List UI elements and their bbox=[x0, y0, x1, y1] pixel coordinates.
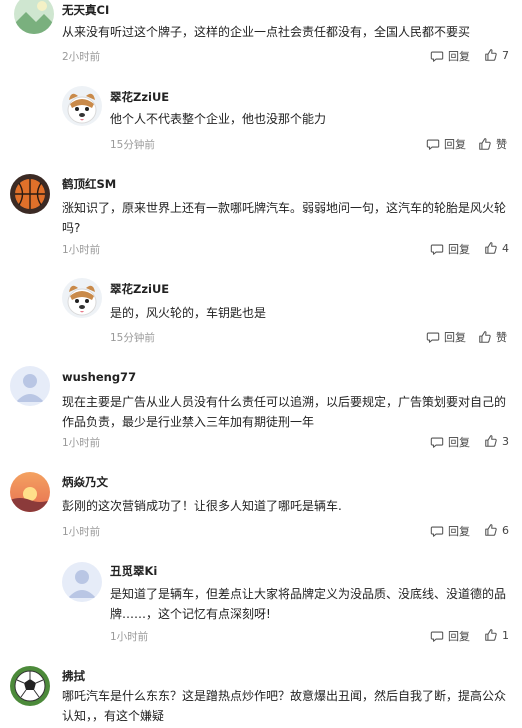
username[interactable]: 炳焱乃文 bbox=[62, 474, 108, 490]
thumbs-up-icon bbox=[478, 137, 492, 151]
reply-icon bbox=[430, 524, 444, 538]
like-button[interactable]: 6 bbox=[484, 523, 509, 537]
reply-time: 15分钟前 bbox=[110, 332, 155, 344]
comment-time: 1小时前 bbox=[62, 244, 101, 256]
reply-time: 15分钟前 bbox=[110, 139, 155, 151]
reply-text: 是的，风火轮的，车钥匙也是 bbox=[110, 306, 267, 320]
reply-button[interactable]: 回复 bbox=[426, 329, 466, 345]
landscape-avatar-icon[interactable] bbox=[14, 0, 54, 34]
reply-button[interactable]: 回复 bbox=[430, 628, 470, 644]
reply-text: 是知道了是辆车，但差点让大家将品牌定义为没品质、没底线、没道德的品牌……，这个记… bbox=[110, 587, 507, 621]
thumbs-up-icon bbox=[484, 523, 498, 537]
reply-time: 1小时前 bbox=[110, 631, 149, 643]
default-user-avatar-icon[interactable] bbox=[62, 562, 102, 602]
reply-button[interactable]: 回复 bbox=[430, 523, 470, 539]
basketball-avatar-icon[interactable] bbox=[10, 174, 50, 214]
username[interactable]: 拂拭 bbox=[62, 668, 85, 684]
reply-label: 回复 bbox=[444, 138, 466, 151]
like-count: 3 bbox=[502, 434, 509, 448]
reply-label: 回复 bbox=[444, 331, 466, 344]
like-count: 1 bbox=[502, 628, 509, 642]
reply-button[interactable]: 回复 bbox=[426, 136, 466, 152]
reply-icon bbox=[426, 330, 440, 344]
like-button[interactable]: 7 bbox=[484, 48, 509, 62]
comment-time: 1小时前 bbox=[62, 437, 101, 449]
reply-icon bbox=[430, 629, 444, 643]
default-user-avatar-icon[interactable] bbox=[10, 366, 50, 406]
like-button[interactable]: 赞 bbox=[478, 329, 507, 345]
soccer-ball-avatar-icon[interactable] bbox=[10, 666, 50, 706]
reply-button[interactable]: 回复 bbox=[430, 241, 470, 257]
username[interactable]: wusheng77 bbox=[62, 370, 136, 384]
reply-button[interactable]: 回复 bbox=[430, 434, 470, 450]
reply-icon bbox=[430, 49, 444, 63]
reply-icon bbox=[430, 242, 444, 256]
username[interactable]: 鹤顶红SM bbox=[62, 176, 116, 192]
thumbs-up-icon bbox=[484, 48, 498, 62]
comment-text: 彭刚的这次营销成功了！让很多人知道了哪吒是辆车. bbox=[62, 499, 342, 513]
thumbs-up-icon bbox=[484, 241, 498, 255]
reply-text: 他个人不代表整个企业，他也没那个能力 bbox=[110, 112, 327, 126]
comment-text: 涨知识了，原来世界上还有一款哪吒牌汽车。弱弱地问一句，这汽车的轮胎是风火轮吗? bbox=[62, 201, 507, 235]
like-label: 赞 bbox=[496, 331, 507, 344]
reply-label: 回复 bbox=[448, 436, 470, 449]
comment-time: 1小时前 bbox=[62, 526, 101, 538]
thumbs-up-icon bbox=[484, 628, 498, 642]
reply-label: 回复 bbox=[448, 243, 470, 256]
thumbs-up-icon bbox=[484, 434, 498, 448]
reply-label: 回复 bbox=[448, 525, 470, 538]
like-count: 6 bbox=[502, 523, 509, 537]
sunset-avatar-icon[interactable] bbox=[10, 472, 50, 512]
like-button[interactable]: 赞 bbox=[478, 136, 507, 152]
like-button[interactable]: 3 bbox=[484, 434, 509, 448]
reply-username[interactable]: 翠花ZziUE bbox=[110, 281, 169, 297]
comment-text: 现在主要是广告从业人员没有什么责任可以追溯，以后要规定，广告策划要对自己的作品负… bbox=[62, 395, 507, 429]
thumbs-up-icon bbox=[478, 330, 492, 344]
reply-icon bbox=[426, 137, 440, 151]
dog-avatar-icon[interactable] bbox=[62, 278, 102, 318]
comment-text: 哪吒汽车是什么东东？这是蹭热点炒作吧？故意爆出丑闻，然后自我了断，提高公众认知，… bbox=[62, 689, 507, 723]
reply-username[interactable]: 翠花ZziUE bbox=[110, 89, 169, 105]
reply-button[interactable]: 回复 bbox=[430, 48, 470, 64]
like-count: 7 bbox=[502, 48, 509, 62]
reply-label: 回复 bbox=[448, 630, 470, 643]
like-count: 4 bbox=[502, 241, 509, 255]
like-button[interactable]: 1 bbox=[484, 628, 509, 642]
comment-text: 从来没有听过这个牌子，这样的企业一点社会责任都没有，全国人民都不要买 bbox=[62, 25, 471, 39]
dog-avatar-icon[interactable] bbox=[62, 86, 102, 126]
reply-label: 回复 bbox=[448, 50, 470, 63]
reply-username[interactable]: 丑觅翠Ki bbox=[110, 563, 157, 579]
username[interactable]: 无天真CI bbox=[62, 2, 109, 18]
comment-time: 2小时前 bbox=[62, 51, 101, 63]
reply-icon bbox=[430, 435, 444, 449]
like-button[interactable]: 4 bbox=[484, 241, 509, 255]
like-label: 赞 bbox=[496, 138, 507, 151]
